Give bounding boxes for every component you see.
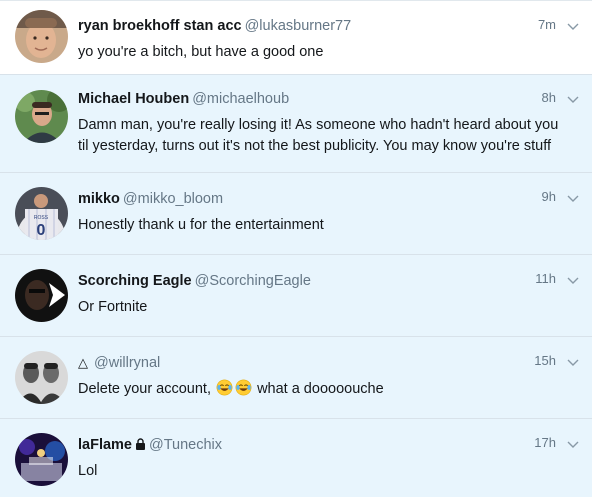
face-with-tears-of-joy-emoji [216, 379, 233, 396]
display-name[interactable]: △ [78, 354, 88, 372]
chevron-down-icon[interactable] [567, 441, 579, 449]
user-handle[interactable]: @mikko_bloom [123, 191, 223, 207]
avatar[interactable] [15, 433, 68, 486]
display-name[interactable]: laFlame [78, 437, 132, 453]
timestamp[interactable]: 8h [542, 90, 556, 105]
user-handle[interactable]: @willrynal [94, 355, 160, 371]
user-handle[interactable]: @ScorchingEagle [195, 273, 311, 289]
tweet-header: laFlame @Tunechix [78, 436, 222, 454]
tweet-text: Honestly thank u for the entertainment [78, 217, 324, 233]
avatar[interactable] [15, 269, 68, 322]
lock-icon [136, 438, 145, 450]
avatar[interactable]: 0 ROSS [15, 187, 68, 240]
display-name[interactable]: Scorching Eagle [78, 273, 192, 289]
display-name[interactable]: ryan broekhoff stan acc [78, 18, 242, 34]
tweet-text: Lol [78, 463, 98, 479]
tweet-item[interactable]: ryan broekhoff stan acc @lukasburner77 yo… [0, 1, 592, 75]
user-handle[interactable]: @Tunechix [149, 437, 222, 453]
timestamp[interactable]: 11h [535, 271, 556, 286]
tweet-header: Michael Houben @michaelhoub [78, 90, 289, 108]
chevron-down-icon[interactable] [567, 195, 579, 203]
face-with-tears-of-joy-emoji [235, 379, 252, 396]
svg-text:ROSS: ROSS [34, 215, 49, 221]
tweet-text-part: Delete your account, [78, 381, 211, 397]
avatar[interactable] [15, 351, 68, 404]
tweet-header: Scorching Eagle @ScorchingEagle [78, 272, 311, 290]
chevron-down-icon[interactable] [567, 359, 579, 367]
notifications-feed: ryan broekhoff stan acc @lukasburner77 yo… [0, 0, 592, 497]
tweet-item[interactable]: 0 ROSS mikko @mikko_bloom Honestly thank … [0, 173, 592, 255]
tweet-header: △ @willrynal [78, 354, 160, 372]
avatar[interactable] [15, 10, 68, 63]
timestamp[interactable]: 17h [534, 435, 556, 450]
chevron-down-icon[interactable] [567, 96, 579, 104]
tweet-item[interactable]: △ @willrynal Delete your account, what a … [0, 337, 592, 419]
tweet-text-part: what a dooooouche [257, 381, 384, 397]
tweet-item[interactable]: Michael Houben @michaelhoub Damn man, you… [0, 75, 592, 173]
tweet-header: ryan broekhoff stan acc @lukasburner77 [78, 17, 351, 35]
tweet-text: Damn man, you're really losing it! As so… [78, 117, 559, 154]
tweet-item[interactable]: laFlame @Tunechix Lol 17h [0, 419, 592, 497]
display-name[interactable]: mikko [78, 191, 120, 207]
avatar[interactable] [15, 90, 68, 143]
tweet-item[interactable]: Scorching Eagle @ScorchingEagle Or Fortni… [0, 255, 592, 337]
tweet-header: mikko @mikko_bloom [78, 190, 223, 208]
timestamp[interactable]: 15h [534, 353, 556, 368]
tweet-text: Or Fortnite [78, 299, 148, 315]
chevron-down-icon[interactable] [567, 277, 579, 285]
timestamp[interactable]: 9h [542, 189, 556, 204]
chevron-down-icon[interactable] [567, 23, 579, 31]
timestamp[interactable]: 7m [538, 17, 556, 32]
user-handle[interactable]: @lukasburner77 [245, 18, 352, 34]
tweet-text: yo you're a bitch, but have a good one [78, 44, 324, 60]
user-handle[interactable]: @michaelhoub [192, 91, 289, 107]
tweet-text: Delete your account, what a dooooouche [78, 379, 572, 400]
display-name[interactable]: Michael Houben [78, 91, 189, 107]
svg-text:0: 0 [37, 222, 46, 239]
